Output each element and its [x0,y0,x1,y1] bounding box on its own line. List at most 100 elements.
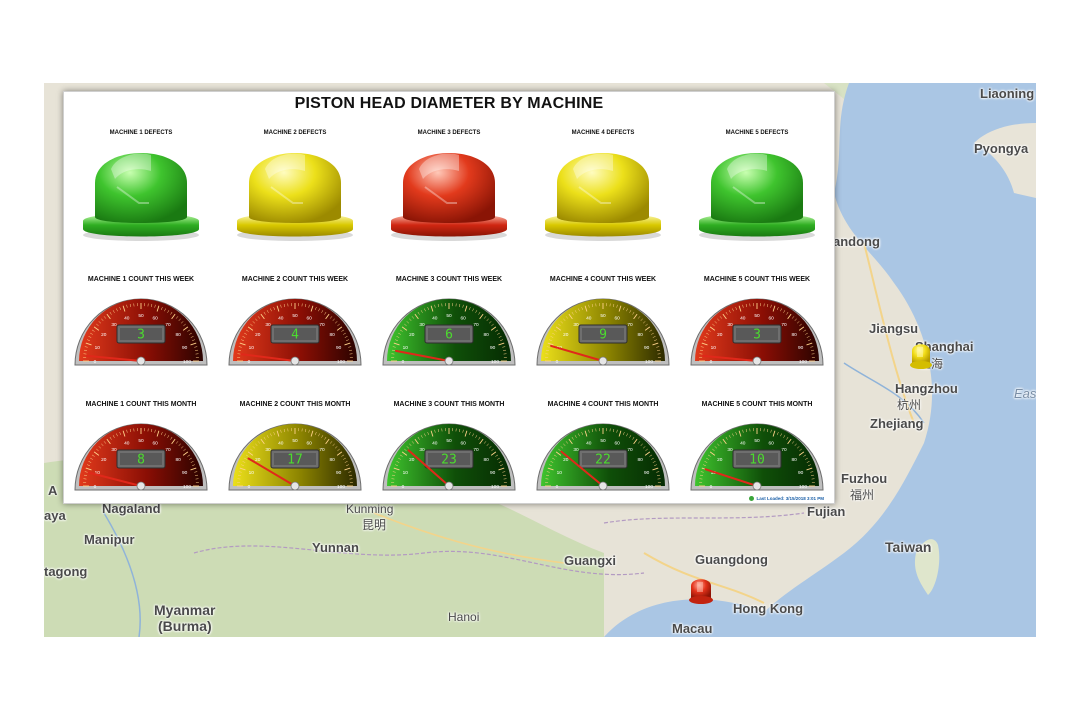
week-count-gauge[interactable]: 0102030405060708090100 9 [532,295,674,372]
gauge-tick-label: 10 [403,470,409,476]
gauge-tick-label: 40 [586,315,592,321]
gauge-tick-label: 90 [644,345,650,351]
map-label-hong-kong: Hong Kong [733,601,804,616]
gauge-tick-label: 100 [645,484,653,490]
gauge-tick-label: 50 [446,313,452,319]
dashboard-panel: PISTON HEAD DIAMETER BY MACHINE MACHINE … [63,91,835,504]
gauge-tick-label: 70 [165,447,171,453]
gauge-tick-label: 90 [336,345,342,351]
machine-column-1: MACHINE 1 DEFECTS MACHINE 1 COUNT THIS W… [64,92,218,492]
gauge-tick-label: 20 [409,332,415,338]
gauge-tick-label: 0 [710,484,713,490]
gauge-tick-label: 80 [792,457,798,463]
gauge-tick-label: 50 [138,313,144,319]
last-loaded-text: Last Loaded: 3/15/2018 3:01 PM [756,495,824,501]
gauge-tick-label: 60 [615,440,621,446]
map-label-kunming-cn: 昆明 [362,518,387,532]
gauge-value: 3 [753,328,761,343]
gauge-tick-label: 60 [461,315,467,321]
map-label-fujian: Fujian [807,504,846,519]
map-label-manipur: Manipur [84,532,135,547]
gauge-tick-label: 80 [176,332,182,338]
month-count-gauge[interactable]: 0 10 20 30 40 50 60 70 80 90 100 23 [378,420,520,497]
gauge-tick-label: 80 [330,457,336,463]
map-label-shandong: andong [833,234,880,249]
gauge-tick-label: 60 [615,315,621,321]
gauge-tick-label: 80 [638,457,644,463]
map-pin-shanghai[interactable] [908,338,934,374]
gauge-tick-label: 70 [781,447,787,453]
week-count-gauge[interactable]: 0 10 20 30 40 50 60 70 80 90 100 3 [70,295,212,372]
gauge-tick-label: 0 [248,359,251,365]
gauge-tick-label: 10 [557,470,563,476]
gauge-value: 9 [599,328,607,343]
gauge-tick-label: 0 [710,359,713,365]
month-count-label: MACHINE 5 COUNT THIS MONTH [701,401,813,408]
map-label-myanmar: Myanmar [154,602,216,618]
map-label-meghalaya: aya [44,508,66,523]
map-label-taiwan: Taiwan [885,539,932,555]
month-count-gauge[interactable]: 0 10 20 30 40 50 60 70 80 90 100 17 [224,420,366,497]
gauge-tick-label: 10 [711,345,717,351]
gauge-tick-label: 100 [183,359,191,365]
week-count-gauge[interactable]: 0 10 20 30 40 50 60 70 80 90 100 4 [224,295,366,372]
map-label-fuzhou: Fuzhou [841,471,888,486]
gauge-tick-label: 60 [461,440,467,446]
defects-label: MACHINE 3 DEFECTS [417,130,481,136]
defects-status-light-red[interactable] [385,141,513,248]
week-count-gauge[interactable]: 0 10 20 30 40 50 60 70 80 90 100 6 [378,295,520,372]
week-count-gauge[interactable]: 0 10 20 30 40 50 60 70 80 90 100 3 [686,295,828,372]
map-label-macau: Macau [672,621,713,636]
month-count-gauge[interactable]: 0 10 20 30 40 50 60 70 80 90 100 22 [532,420,674,497]
gauge-tick-label: 90 [182,470,188,476]
week-count-label: MACHINE 3 COUNT THIS WEEK [395,276,503,283]
gauge-tick-label: 100 [799,484,807,490]
gauge-value: 10 [749,453,765,468]
defects-status-light-yellow[interactable] [231,141,359,248]
gauge-tick-label: 70 [319,322,325,328]
gauge-tick-label: 20 [717,457,723,463]
machine-column-4: MACHINE 4 DEFECTS MACHINE 4 COUNT THIS W… [526,92,680,492]
gauge-tick-label: 40 [432,440,438,446]
map-label-zhejiang: Zhejiang [870,416,924,431]
defects-status-light-green[interactable] [693,141,821,248]
map-label-yunnan: Yunnan [312,540,359,555]
refresh-icon[interactable] [749,496,755,501]
gauge-tick-label: 70 [627,322,633,328]
month-count-label: MACHINE 1 COUNT THIS MONTH [85,401,197,408]
gauge-tick-label: 40 [740,440,746,446]
month-count-gauge[interactable]: 0 10 20 30 40 50 60 70 80 90 100 8 [70,420,212,497]
defects-label: MACHINE 4 DEFECTS [571,130,635,136]
map-label-guangxi: Guangxi [564,553,617,568]
machine-column-3: MACHINE 3 DEFECTS MACHINE 3 COUNT THIS W… [372,92,526,492]
gauge-tick-label: 30 [419,322,425,328]
gauge-tick-label: 50 [754,313,760,319]
gauge-tick-label: 80 [484,457,490,463]
gauge-tick-label: 0 [94,359,97,365]
gauge-tick-label: 90 [490,470,496,476]
week-count-label: MACHINE 2 COUNT THIS WEEK [241,276,349,283]
gauge-tick-label: 50 [292,313,298,319]
gauge-tick-label: 40 [124,440,130,446]
map-pin-hong-kong[interactable] [687,573,715,609]
gauge-tick-label: 90 [336,470,342,476]
map-label-hangzhou: Hangzhou [895,381,958,396]
gauge-tick-label: 10 [403,345,409,351]
week-count-label: MACHINE 4 COUNT THIS WEEK [549,276,657,283]
gauge-tick-label: 70 [473,322,479,328]
defects-label: MACHINE 5 DEFECTS [725,130,789,136]
defects-status-light-yellow[interactable] [539,141,667,248]
map-label-assam: A [48,483,58,498]
map-label-hanoi: Hanoi [448,610,480,624]
gauge-tick-label: 80 [638,332,644,338]
defects-status-light-green[interactable] [77,141,205,248]
gauge-tick-label: 80 [484,332,490,338]
gauge-tick-label: 40 [586,440,592,446]
gauge-tick-label: 70 [473,447,479,453]
gauge-tick-label: 80 [176,457,182,463]
map-label-burma: (Burma) [158,618,212,634]
gauge-tick-label: 30 [727,447,733,453]
gauge-tick-label: 80 [330,332,336,338]
gauge-tick-label: 50 [600,313,606,319]
month-count-gauge[interactable]: 0 10 20 30 40 50 60 70 80 90 100 10 [686,420,828,497]
